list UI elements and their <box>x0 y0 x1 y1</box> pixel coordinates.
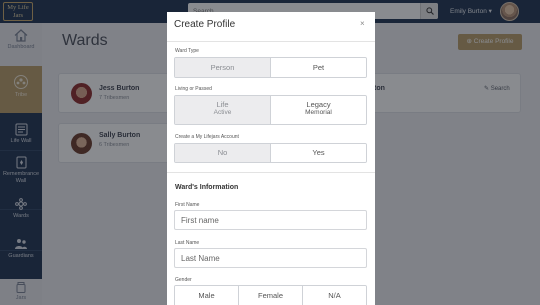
option-subtitle: Active <box>213 109 232 116</box>
account-yes[interactable]: Yes <box>271 144 366 162</box>
divider <box>167 41 375 42</box>
option-title: Life <box>216 100 229 109</box>
last-name-field[interactable] <box>174 248 367 268</box>
create-account-label: Create a My Lifejars Account <box>175 134 239 140</box>
modal-title: Create Profile <box>174 19 236 30</box>
living-option-legacy[interactable]: Legacy Memorial <box>271 96 366 124</box>
first-name-field[interactable] <box>174 210 367 230</box>
gender-male[interactable]: Male <box>175 286 239 305</box>
ward-type-label: Ward Type <box>175 48 199 54</box>
create-profile-modal: Create Profile × Ward Type Person Pet Li… <box>167 12 375 305</box>
option-title: Legacy <box>306 100 331 109</box>
living-or-passed-label: Living or Passed <box>175 86 212 92</box>
gender-na[interactable]: N/A <box>303 286 366 305</box>
gender-toggle: Male Female N/A <box>174 285 367 305</box>
living-or-passed-toggle: Life Active Legacy Memorial <box>174 95 367 125</box>
option-subtitle: Memorial <box>305 109 332 116</box>
first-name-label: First Name <box>175 202 200 208</box>
section-heading: Ward's Information <box>175 184 239 191</box>
close-icon[interactable]: × <box>360 19 365 28</box>
divider <box>167 172 375 173</box>
living-option-life[interactable]: Life Active <box>175 96 271 124</box>
ward-type-pet[interactable]: Pet <box>271 58 366 77</box>
gender-female[interactable]: Female <box>239 286 303 305</box>
gender-label: Gender <box>175 277 192 283</box>
ward-type-toggle: Person Pet <box>174 57 367 78</box>
ward-type-person[interactable]: Person <box>175 58 271 77</box>
account-no[interactable]: No <box>175 144 271 162</box>
create-account-toggle: No Yes <box>174 143 367 163</box>
last-name-label: Last Name <box>175 240 200 246</box>
